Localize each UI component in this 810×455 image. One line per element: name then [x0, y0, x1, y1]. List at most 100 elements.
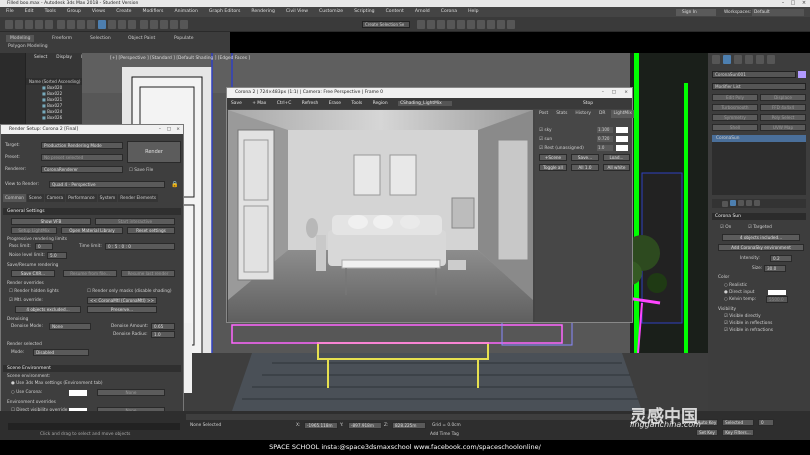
- save-file-checkbox[interactable]: ☐ Save File: [129, 168, 153, 173]
- key-filters-button[interactable]: Key Filters...: [722, 429, 754, 436]
- render-setup-maximize-icon[interactable]: □: [167, 125, 171, 134]
- display-tab-icon[interactable]: [756, 54, 764, 64]
- scene-explorer-icon[interactable]: [447, 20, 455, 29]
- vfb-lightmix-load-button[interactable]: Load...: [603, 154, 630, 161]
- y-coordinate-field[interactable]: -897.918m: [348, 422, 382, 429]
- menu-create[interactable]: Create: [116, 9, 131, 14]
- menu-civil-view[interactable]: Civil View: [286, 9, 308, 14]
- window-crossing-icon[interactable]: [86, 20, 95, 29]
- lightmix-row[interactable]: ☑ Rest (unassigned) 1.0: [535, 144, 632, 153]
- menu-group[interactable]: Group: [67, 9, 81, 14]
- reset-settings-button[interactable]: Reset settings: [127, 227, 175, 234]
- corona-env-swatch[interactable]: [69, 390, 87, 396]
- make-unique-icon[interactable]: [738, 200, 744, 206]
- vfb-lightmix-save-button[interactable]: Save...: [571, 154, 599, 161]
- vfb-tab-dr[interactable]: DR: [597, 110, 607, 118]
- maxscript-listener[interactable]: [8, 423, 180, 430]
- scene-environment-rollout[interactable]: Scene Environment: [3, 365, 181, 372]
- tab-selection[interactable]: Selection: [86, 35, 115, 42]
- vfb-all-white-button[interactable]: All white: [603, 164, 630, 171]
- start-interactive-button[interactable]: Start interactive: [95, 218, 175, 225]
- render-setup-minimize-icon[interactable]: –: [159, 125, 161, 134]
- denoise-amount-spinner[interactable]: 0.65: [151, 323, 175, 330]
- render-button[interactable]: Render: [127, 141, 181, 163]
- undo-icon[interactable]: [5, 20, 13, 29]
- object-color-swatch[interactable]: [798, 71, 806, 78]
- modify-tab-icon[interactable]: [723, 54, 731, 64]
- rollout-corona-sun[interactable]: Corona Sun: [712, 213, 806, 220]
- menu-customize[interactable]: Customize: [319, 9, 343, 14]
- workspaces-dropdown[interactable]: Default: [752, 9, 804, 16]
- renderer-dropdown[interactable]: CoronaRenderer: [41, 166, 123, 173]
- explorer-item[interactable]: ■ Box026: [26, 115, 82, 121]
- explorer-header[interactable]: Name (Sorted Ascending): [26, 78, 82, 85]
- vfb-scene-button[interactable]: +Scene: [539, 154, 567, 161]
- general-settings-rollout[interactable]: General Settings: [3, 208, 181, 215]
- setup-lightmix-button[interactable]: Setup LightMix: [11, 227, 57, 234]
- percent-snap-icon[interactable]: [169, 20, 178, 29]
- view-to-render-dropdown[interactable]: Quad 4 - Perspective: [49, 181, 165, 188]
- show-end-result-icon[interactable]: [730, 200, 736, 206]
- tab-object-paint[interactable]: Object Paint: [124, 35, 159, 42]
- motion-tab-icon[interactable]: [745, 54, 753, 64]
- menu-tools[interactable]: Tools: [45, 9, 56, 14]
- pivot-icon[interactable]: [139, 20, 148, 29]
- lightmix-value[interactable]: 1.100: [597, 127, 613, 133]
- vfb-tab-history[interactable]: History: [573, 110, 593, 118]
- kelvin-radio[interactable]: ○ Kelvin temp:: [724, 297, 756, 302]
- render-hidden-checkbox[interactable]: ☐ Render hidden lights: [9, 289, 59, 294]
- minimize-icon[interactable]: –: [778, 0, 788, 7]
- vfb-tab-lightmix[interactable]: LightMix: [611, 110, 635, 118]
- time-limit-spinner[interactable]: 0 : 5 : 0 : 0: [105, 243, 175, 250]
- set-key-button[interactable]: Set Key: [696, 429, 718, 436]
- visible-refractions-checkbox[interactable]: ☑ Visible in refractions: [724, 328, 773, 333]
- render-tab-system[interactable]: System: [97, 194, 118, 202]
- use-corona-radio[interactable]: ○ Use Corona:: [11, 390, 42, 395]
- stack-item-corona-sun[interactable]: CoronaSun: [712, 135, 806, 142]
- render-tab-camera[interactable]: Camera: [44, 194, 66, 202]
- target-dropdown[interactable]: Production Rendering Mode: [41, 142, 123, 149]
- vfb-erase-button[interactable]: Erase: [329, 101, 341, 106]
- vfb-max-button[interactable]: + Max: [252, 101, 266, 106]
- kelvin-spinner[interactable]: 5500.0: [766, 296, 788, 303]
- corona-env-map-button[interactable]: None: [97, 389, 165, 396]
- lock-icon[interactable]: 🔒: [171, 181, 178, 188]
- targeted-checkbox[interactable]: ☑ Targeted: [748, 225, 772, 230]
- current-frame-field[interactable]: 0: [758, 419, 774, 426]
- viewport-label[interactable]: [+] [Perspective ] [Standard ] [Default …: [110, 56, 250, 61]
- move-icon[interactable]: [98, 20, 107, 29]
- place-icon[interactable]: [128, 20, 137, 29]
- add-time-tag[interactable]: Add Time Tag: [430, 432, 459, 437]
- menu-file[interactable]: File: [6, 9, 14, 14]
- remove-modifier-icon[interactable]: [746, 200, 752, 206]
- select-by-name-icon[interactable]: [66, 20, 75, 29]
- explorer-tab-select[interactable]: Select: [34, 55, 47, 60]
- render-tab-render-elements[interactable]: Render Elements: [118, 194, 159, 202]
- open-material-library-button[interactable]: Open Material Library: [61, 227, 123, 234]
- vfb-close-icon[interactable]: ×: [624, 88, 628, 98]
- snap-icon[interactable]: [149, 20, 158, 29]
- visible-reflections-checkbox[interactable]: ☑ Visible in reflections: [724, 321, 772, 326]
- menu-corona[interactable]: Corona: [441, 9, 457, 14]
- denoise-radius-spinner[interactable]: 1.0: [151, 331, 175, 338]
- layer-icon[interactable]: [437, 20, 445, 29]
- visible-directly-checkbox[interactable]: ☑ Visible directly: [724, 314, 761, 319]
- vfb-maximize-icon[interactable]: □: [612, 88, 616, 98]
- tab-modeling[interactable]: Modeling: [6, 35, 35, 42]
- pass-limit-spinner[interactable]: 0: [35, 243, 53, 250]
- render-tab-performance[interactable]: Performance: [66, 194, 97, 202]
- pin-stack-icon[interactable]: [722, 201, 728, 207]
- hierarchy-tab-icon[interactable]: [734, 54, 742, 64]
- link-icon[interactable]: [25, 20, 33, 29]
- sign-in-button[interactable]: Sign In: [676, 9, 716, 16]
- utilities-tab-icon[interactable]: [767, 54, 775, 64]
- show-vfb-button[interactable]: Show VFB: [11, 218, 91, 225]
- unlink-icon[interactable]: [35, 20, 43, 29]
- tab-freeform[interactable]: Freeform: [48, 35, 76, 42]
- menu-modifiers[interactable]: Modifiers: [142, 9, 163, 14]
- bind-icon[interactable]: [45, 20, 53, 29]
- realistic-radio[interactable]: ○ Realistic: [724, 283, 747, 288]
- render-selected-mode-dropdown[interactable]: Disabled: [33, 349, 89, 356]
- render-tab-scene[interactable]: Scene: [26, 194, 44, 202]
- modifier-button[interactable]: Symmetry: [712, 114, 758, 121]
